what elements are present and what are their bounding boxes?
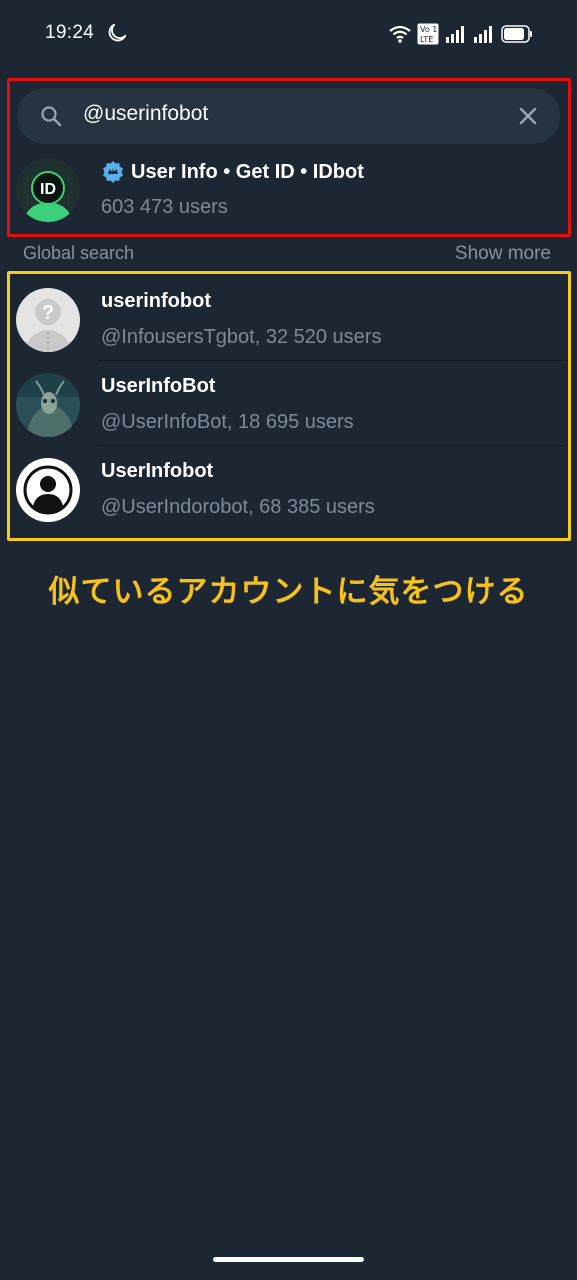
signal-icon xyxy=(474,26,492,43)
annotation-caption: 似ているアカウントに気をつける xyxy=(48,574,529,609)
status-bar: 19:24 Vo 1 LTE xyxy=(0,0,577,68)
svg-text:?: ? xyxy=(42,302,54,324)
status-icons: Vo 1 LTE xyxy=(389,22,533,46)
home-indicator[interactable] xyxy=(213,1257,364,1262)
moon-icon xyxy=(108,23,127,42)
top-result-title: User Info • Get ID • IDbot xyxy=(101,160,364,184)
list-item-subtitle: @UserInfoBot, 18 695 users xyxy=(101,411,354,433)
show-more-button[interactable]: Show more xyxy=(455,243,551,265)
battery-icon xyxy=(501,25,532,43)
list-item-subtitle: @UserIndorobot, 68 385 users xyxy=(101,496,375,518)
search-icon xyxy=(41,106,62,127)
list-item-title: userinfobot xyxy=(101,290,211,312)
volte-icon: Vo 1 LTE xyxy=(417,23,439,45)
person-avatar-icon xyxy=(16,458,80,522)
global-search-header: Global search Show more xyxy=(0,240,577,268)
wifi-icon xyxy=(389,25,411,43)
svg-text:ID: ID xyxy=(40,181,56,198)
status-time: 19:24 xyxy=(45,22,95,43)
top-result-subtitle: 603 473 users xyxy=(101,196,228,218)
close-icon[interactable] xyxy=(516,104,540,128)
list-item[interactable]: ? userinfobot @InfousersTgbot, 32 520 us… xyxy=(0,276,577,361)
signal-icon xyxy=(446,26,464,43)
search-input[interactable]: @userinfobot xyxy=(83,102,208,126)
top-result-row[interactable]: ID User Info • Get ID • IDbot 603 473 us… xyxy=(0,146,577,231)
top-result-title-text: User Info • Get ID • IDbot xyxy=(131,160,364,183)
svg-text:LTE: LTE xyxy=(420,35,433,44)
question-avatar-icon: ? xyxy=(16,288,80,352)
verified-icon xyxy=(103,161,123,183)
list-item[interactable]: UserInfobot @UserIndorobot, 68 385 users xyxy=(0,446,577,531)
photo-avatar xyxy=(16,373,80,437)
section-title: Global search xyxy=(23,243,135,263)
list-item-subtitle: @InfousersTgbot, 32 520 users xyxy=(101,326,382,348)
id-logo-icon: ID xyxy=(16,158,80,222)
search-bar[interactable]: @userinfobot xyxy=(17,88,560,144)
list-item[interactable]: UserInfoBot @UserInfoBot, 18 695 users xyxy=(0,361,577,446)
svg-text:Vo 1: Vo 1 xyxy=(420,25,437,34)
list-item-title: UserInfobot xyxy=(101,460,214,482)
list-item-title: UserInfoBot xyxy=(101,375,216,397)
